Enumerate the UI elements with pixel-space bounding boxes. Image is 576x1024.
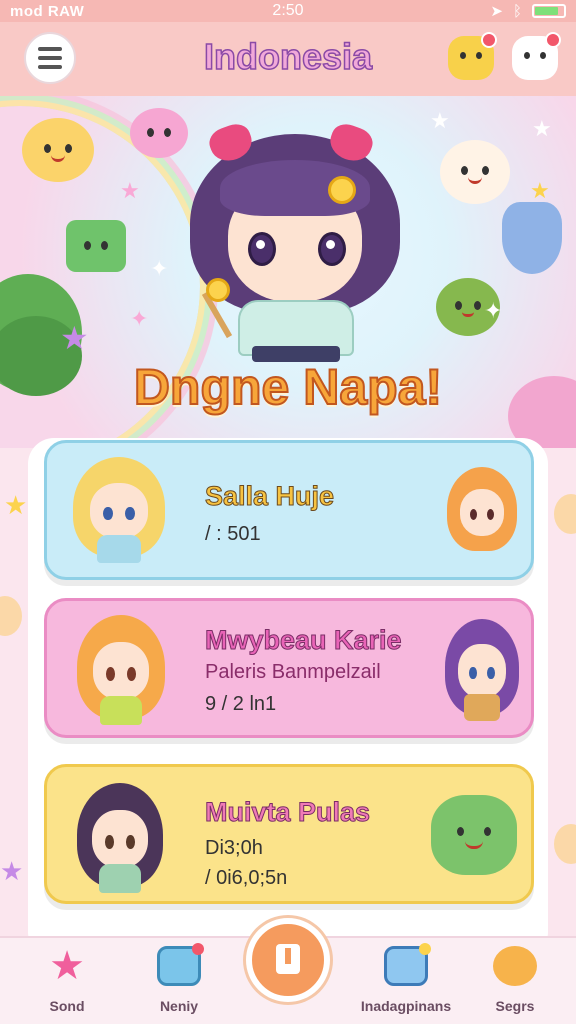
clock: 2:50 [272, 2, 304, 19]
battery-icon [532, 4, 566, 18]
hero-title: Dngne Napa! [133, 358, 443, 416]
center-action-button[interactable] [246, 918, 330, 1002]
card-subtitle: Paleris Banmpelzail [205, 661, 381, 683]
hero-character-illustration [180, 119, 410, 362]
hero-banner: ★ ★ ★ ✦ ★ ★ ✦ ✦ Dngne Napa! [0, 96, 576, 448]
card-meta: / : 501 [205, 523, 261, 545]
companion-avatar [445, 619, 519, 721]
character-avatar [77, 783, 163, 894]
companion-avatar [431, 795, 517, 875]
card-title: Mwybeau Karie [205, 625, 403, 656]
nav-item-inadagpinans[interactable]: Inadagpinans [346, 943, 466, 1014]
card-meta: / 0i6,0;5n [205, 867, 288, 889]
nav-label: Segrs [495, 998, 535, 1014]
nav-label: Sond [49, 998, 85, 1014]
character-card[interactable]: Muivta Pulas Di3;0h / 0i6,0;5n [44, 764, 534, 904]
card-title: Salla Huje [204, 481, 335, 512]
star-icon: ★ [49, 944, 85, 988]
yellow-mascot-icon [22, 118, 94, 182]
nav-item-sond[interactable]: ★ Sond [12, 946, 122, 1014]
character-avatar [77, 615, 165, 726]
app-bar: Indonesia [0, 22, 576, 96]
companion-avatar [447, 467, 517, 551]
card-subtitle: Di3;0h [205, 837, 263, 859]
nav-item-segrs[interactable]: Segrs [460, 946, 570, 1014]
nav-item-neniy[interactable]: Neniy [124, 943, 234, 1014]
green-box-icon [66, 220, 126, 272]
nav-label: Neniy [159, 998, 199, 1014]
center-action-icon [276, 944, 300, 974]
card-meta: 9 / 2 ln1 [205, 693, 277, 715]
star-icon: ★ [430, 108, 450, 133]
mascot-icon [493, 946, 537, 986]
notification-mascot-icon[interactable] [448, 32, 497, 80]
rocket-icon [502, 202, 562, 274]
card-title: Muivta Pulas [204, 797, 371, 828]
nav-label: Inadagpinans [360, 998, 452, 1014]
character-card[interactable]: Mwybeau Karie Paleris Banmpelzail 9 / 2 … [44, 598, 534, 738]
status-bar: mod RAW 2:50 ➤ ᛒ [0, 0, 576, 22]
character-avatar [73, 457, 165, 563]
character-card[interactable]: Salla Huje / : 501 [44, 440, 534, 580]
chat-icon [384, 943, 431, 986]
white-mascot-icon [440, 140, 510, 204]
chat-mascot-icon[interactable] [512, 32, 561, 80]
card-icon [157, 943, 204, 986]
side-mascot-icon [0, 596, 22, 636]
